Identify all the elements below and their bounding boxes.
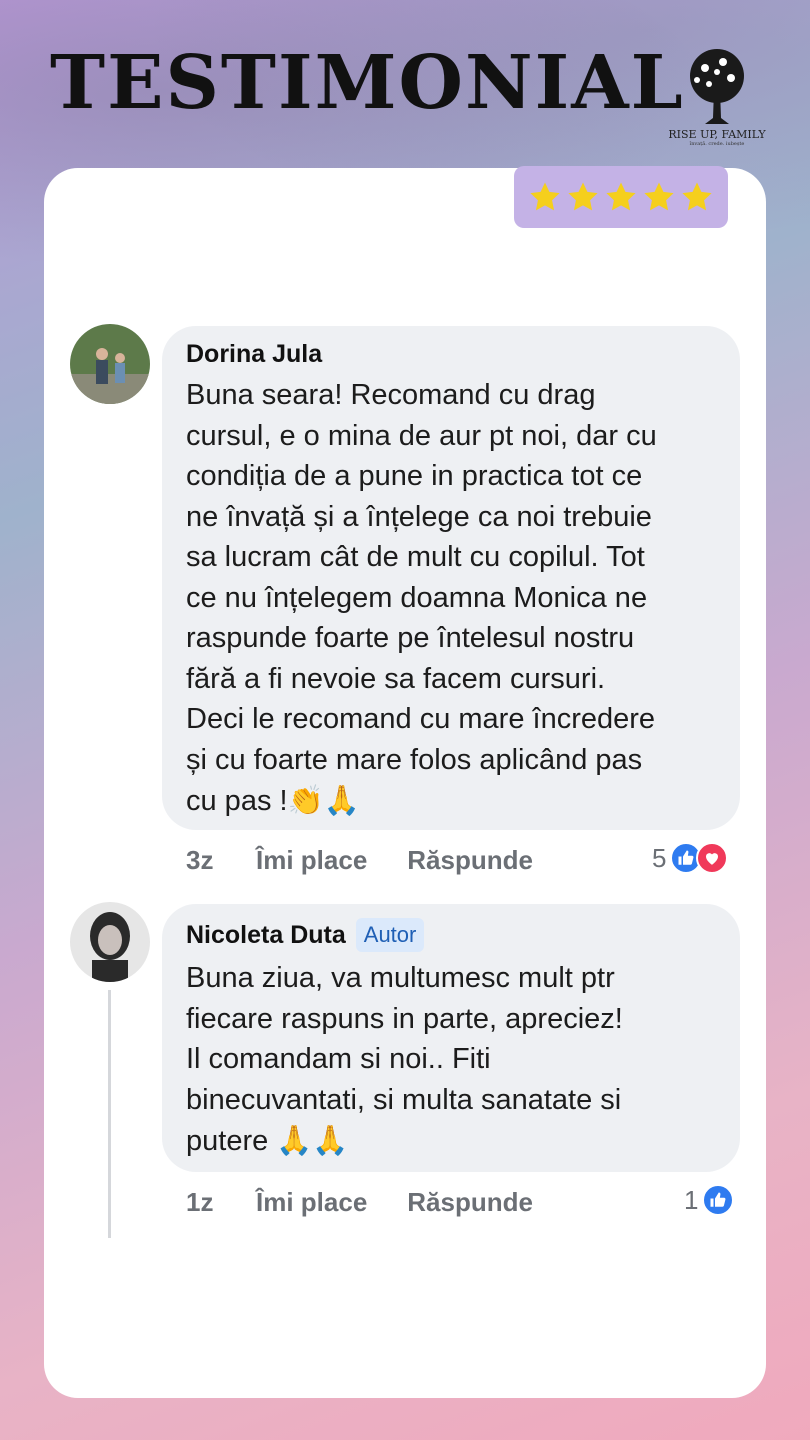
star-icon (530, 182, 560, 211)
clap-pray-emoji: 👏🙏 (287, 783, 360, 817)
brand-name: RISE UP, FAMILY (668, 128, 766, 141)
brand-tagline: învață. crede. iubește (689, 141, 745, 147)
comment-text: Buna ziua, va multumesc mult ptr fiecare… (186, 962, 623, 1157)
heart-icon (696, 842, 729, 874)
avatar[interactable] (70, 902, 150, 982)
reaction-count: 5 (652, 842, 667, 873)
star-icon (682, 182, 712, 211)
comment-actions: 1z Îmi place Răspunde (186, 1187, 533, 1218)
reaction-summary[interactable]: 5 (652, 842, 729, 874)
tree-icon (690, 49, 744, 124)
comment-time[interactable]: 1z (186, 1187, 256, 1218)
thumbs-up-icon (702, 1184, 735, 1216)
comment-bubble: Dorina Jula Buna seara! Recomand cu drag… (162, 326, 740, 830)
comment-time[interactable]: 3z (186, 845, 256, 876)
reply-button[interactable]: Răspunde (407, 1187, 533, 1218)
brand-logo: RISE UP, FAMILY învață. crede. iubește (662, 46, 772, 156)
star-rating (514, 166, 728, 228)
reaction-summary[interactable]: 1 (684, 1184, 735, 1216)
comment-actions: 3z Îmi place Răspunde (186, 845, 533, 876)
pray-emoji: 🙏🙏 (276, 1123, 349, 1157)
like-button[interactable]: Îmi place (256, 845, 367, 876)
star-icon (568, 182, 598, 211)
thread-line (108, 990, 111, 1238)
comment-bubble: Nicoleta Duta Autor Buna ziua, va multum… (162, 904, 740, 1172)
reply-button[interactable]: Răspunde (407, 845, 533, 876)
comment-author[interactable]: Dorina Jula (186, 340, 322, 369)
comment-author[interactable]: Nicoleta Duta (186, 921, 346, 950)
avatar[interactable] (70, 324, 150, 404)
star-icon (606, 182, 636, 211)
page-title: TESTIMONIAL (50, 40, 685, 126)
comment-text: Buna seara! Recomand cu drag cursul, e o… (186, 379, 657, 817)
author-badge: Autor (355, 918, 425, 952)
like-button[interactable]: Îmi place (256, 1187, 367, 1218)
reaction-count: 1 (684, 1184, 699, 1215)
star-icon (644, 182, 674, 211)
